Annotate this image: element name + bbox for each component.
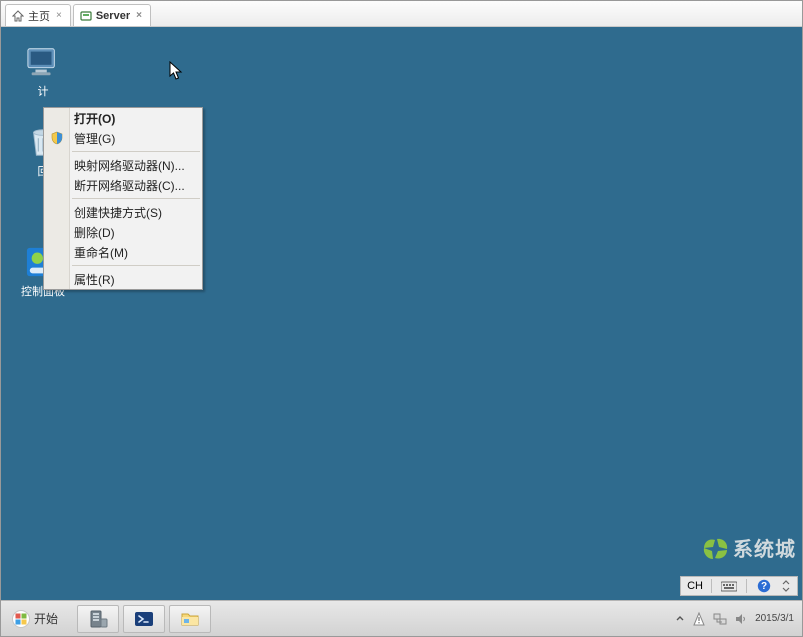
tray-chevron-icon[interactable] [675, 614, 685, 624]
shield-icon [49, 130, 65, 146]
separator [72, 151, 200, 152]
options-icon[interactable] [781, 578, 791, 594]
ctx-delete[interactable]: 删除(D) [44, 222, 202, 242]
home-icon [12, 10, 24, 22]
server-icon [80, 10, 92, 22]
separator [72, 198, 200, 199]
context-menu: 打开(O) 管理(G) 映射网络驱动器(N)... 断开网络驱动器(C)... … [43, 107, 203, 290]
network-icon[interactable] [713, 613, 727, 625]
ctx-properties[interactable]: 属性(R) [44, 269, 202, 289]
tab-bar: 主页 × Server × [1, 1, 802, 27]
system-tray: 2015/3/1 [675, 612, 802, 626]
explorer-button[interactable] [169, 605, 211, 633]
help-icon[interactable]: ? [755, 578, 773, 594]
monitor-icon [24, 45, 62, 79]
tab-home[interactable]: 主页 × [5, 4, 71, 26]
ctx-label: 重命名(M) [74, 244, 128, 261]
brand-logo-icon [701, 535, 731, 561]
separator [72, 265, 200, 266]
start-button[interactable]: 开始 [5, 605, 69, 633]
clock[interactable]: 2015/3/1 [755, 613, 794, 624]
computer-icon-desktop[interactable]: 计 [15, 45, 71, 99]
ctx-label: 删除(D) [74, 224, 115, 241]
ctx-open[interactable]: 打开(O) [44, 108, 202, 128]
windows-logo-icon [12, 610, 30, 628]
ctx-create-shortcut[interactable]: 创建快捷方式(S) [44, 202, 202, 222]
watermark: 系统城 [701, 533, 796, 562]
ime-indicator[interactable]: CH [687, 580, 703, 592]
taskbar: 开始 [1, 600, 802, 636]
keyboard-icon[interactable] [720, 578, 738, 594]
tab-label: 主页 [28, 8, 50, 24]
server-tower-icon [87, 609, 109, 629]
ctx-manage[interactable]: 管理(G) [44, 128, 202, 148]
tab-server[interactable]: Server × [73, 4, 151, 26]
ctx-label: 打开(O) [74, 110, 115, 127]
powershell-icon [133, 609, 155, 629]
ctx-label: 映射网络驱动器(N)... [74, 157, 185, 174]
server-manager-button[interactable] [77, 605, 119, 633]
folder-icon [179, 609, 201, 629]
ctx-map-drive[interactable]: 映射网络驱动器(N)... [44, 155, 202, 175]
ctx-disconnect-drive[interactable]: 断开网络驱动器(C)... [44, 175, 202, 195]
desktop[interactable]: 计 回 控制面板 打开(O) [1, 27, 802, 600]
action-center-icon[interactable] [693, 612, 705, 626]
ctx-label: 属性(R) [74, 271, 115, 288]
icon-label: 计 [38, 83, 49, 99]
quick-launch [77, 605, 211, 633]
watermark-text: 系统城 [733, 533, 796, 562]
svg-text:?: ? [761, 581, 767, 592]
powershell-button[interactable] [123, 605, 165, 633]
separator [746, 579, 747, 593]
close-icon[interactable]: × [54, 10, 64, 21]
close-icon[interactable]: × [134, 10, 144, 21]
start-label: 开始 [34, 610, 58, 627]
language-bar[interactable]: CH ? [680, 576, 798, 596]
separator [711, 579, 712, 593]
tab-label: Server [96, 10, 130, 22]
cursor-icon [169, 61, 185, 81]
volume-icon[interactable] [735, 613, 747, 625]
ctx-label: 管理(G) [74, 130, 115, 147]
ctx-label: 创建快捷方式(S) [74, 204, 162, 221]
ctx-rename[interactable]: 重命名(M) [44, 242, 202, 262]
ctx-label: 断开网络驱动器(C)... [74, 177, 185, 194]
